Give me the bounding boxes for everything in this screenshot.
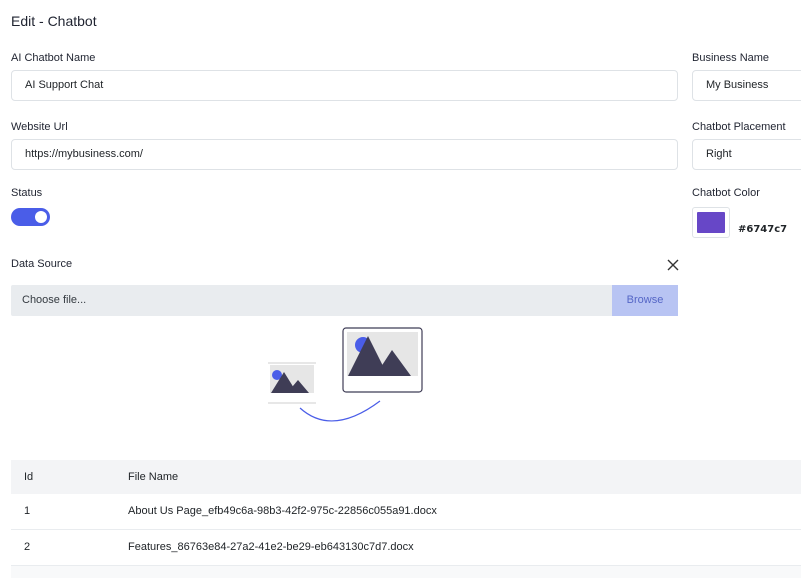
chatbot-placement-label: Chatbot Placement	[692, 121, 786, 133]
row-id: 2	[24, 541, 31, 553]
website-url-input[interactable]: https://mybusiness.com/	[11, 139, 678, 170]
column-header-file-name: File Name	[128, 471, 179, 483]
table-row: 1 About Us Page_efb49c6a-98b3-42f2-975c-…	[11, 494, 801, 530]
browse-button[interactable]: Browse	[612, 285, 678, 316]
page-title: Edit - Chatbot	[11, 13, 97, 29]
website-url-label: Website Url	[11, 121, 68, 133]
data-source-label: Data Source	[11, 258, 73, 270]
table-header: Id File Name	[11, 460, 801, 494]
chatbot-name-label: AI Chatbot Name	[11, 52, 96, 64]
file-input[interactable]: Choose file... Browse	[11, 285, 678, 316]
toggle-knob	[35, 211, 47, 223]
chatbot-color-label: Chatbot Color	[692, 187, 760, 199]
color-swatch	[697, 212, 725, 233]
column-header-id: Id	[24, 471, 34, 483]
table-row-partial	[11, 566, 801, 578]
file-placeholder: Choose file...	[22, 294, 87, 306]
business-name-input[interactable]: My Business	[692, 70, 801, 101]
business-name-label: Business Name	[692, 52, 770, 64]
chatbot-placement-select[interactable]: Right	[692, 139, 801, 170]
close-icon[interactable]	[667, 259, 679, 273]
chatbot-name-input[interactable]: AI Support Chat	[11, 70, 678, 101]
row-file-name: About Us Page_efb49c6a-98b3-42f2-975c-22…	[128, 505, 437, 517]
status-toggle[interactable]	[11, 208, 50, 226]
row-file-name: Features_86763e84-27a2-41e2-be29-eb64313…	[128, 541, 414, 553]
color-picker[interactable]	[692, 207, 730, 238]
table-row: 2 Features_86763e84-27a2-41e2-be29-eb643…	[11, 530, 801, 566]
data-source-table: Id File Name 1 About Us Page_efb49c6a-98…	[11, 460, 801, 578]
status-label: Status	[11, 187, 43, 199]
row-id: 1	[24, 505, 31, 517]
image-upload-illustration-icon	[268, 327, 423, 422]
color-hex-value: #6747c7	[738, 224, 788, 235]
